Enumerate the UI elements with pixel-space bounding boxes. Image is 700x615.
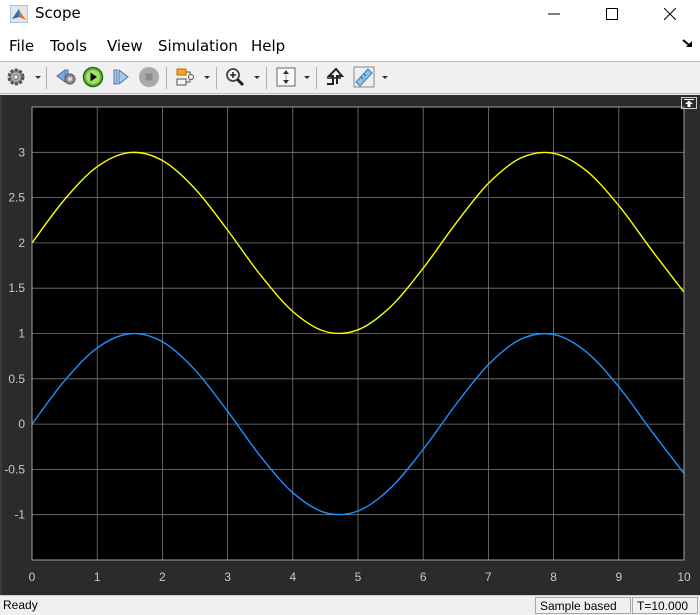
- menu-view[interactable]: View: [107, 37, 143, 55]
- menu-simulation[interactable]: Simulation: [158, 37, 238, 55]
- menu-tools[interactable]: Tools: [50, 37, 87, 55]
- stop-button[interactable]: [137, 65, 161, 89]
- cursor-measurements-button[interactable]: [352, 65, 376, 89]
- y-tick-label: 2: [18, 236, 25, 250]
- y-tick-label: 2.5: [8, 191, 25, 205]
- x-tick-label: 7: [485, 570, 492, 584]
- toolbar: [0, 61, 700, 94]
- x-tick-label: 9: [615, 570, 622, 584]
- y-tick-label: 0.5: [8, 372, 25, 386]
- window-title: Scope: [35, 4, 81, 22]
- scale-y-limits-button[interactable]: [274, 65, 298, 89]
- toolbar-separator: [266, 67, 267, 89]
- toolbar-separator: [166, 67, 167, 89]
- minimize-icon: [548, 13, 560, 15]
- highlight-simulink-block-button[interactable]: [173, 65, 197, 89]
- scale-axes-icon: [276, 67, 296, 87]
- zoom-in-icon: [226, 68, 245, 87]
- zoom-dropdown-arrow[interactable]: [254, 76, 260, 79]
- close-button[interactable]: [647, 0, 693, 28]
- x-tick-label: 10: [677, 570, 691, 584]
- x-tick-label: 2: [159, 570, 166, 584]
- x-tick-label: 1: [94, 570, 101, 584]
- menu-file[interactable]: File: [9, 37, 34, 55]
- x-tick-labels: 0 1 2 3 4 5 6 7 8 9 10: [29, 570, 691, 584]
- menu-help[interactable]: Help: [251, 37, 285, 55]
- status-sample-mode: Sample based: [535, 597, 631, 614]
- menu-bar: File Tools View Simulation Help: [0, 30, 700, 61]
- x-tick-label: 4: [289, 570, 296, 584]
- configuration-dropdown-arrow[interactable]: [35, 76, 41, 79]
- y-tick-label: 1.5: [8, 281, 25, 295]
- y-tick-label: -0.5: [4, 462, 25, 476]
- x-tick-label: 8: [550, 570, 557, 584]
- title-bar: Scope: [0, 0, 700, 30]
- ruler-icon: [353, 66, 375, 88]
- x-tick-label: 3: [224, 570, 231, 584]
- block-diagram-icon: [176, 68, 194, 86]
- configuration-properties-button[interactable]: [4, 65, 28, 89]
- undock-arrow-icon[interactable]: [682, 38, 694, 50]
- restore-layout-button[interactable]: [681, 97, 697, 109]
- toolbar-separator: [316, 67, 317, 89]
- status-time: T=10.000: [632, 597, 698, 614]
- maximize-icon: [606, 8, 618, 20]
- scope-display: 0 1 2 3 4 5 6 7 8 9 10 -1 -0.5 0 0.5 1 1.5 2 2.5 3: [0, 95, 700, 595]
- step-forward-button[interactable]: [109, 65, 133, 89]
- gear-icon: [7, 68, 25, 86]
- status-bar: Ready Sample based T=10.000: [0, 595, 700, 614]
- toolbar-separator: [46, 67, 47, 89]
- scope-plot[interactable]: 0 1 2 3 4 5 6 7 8 9 10 -1 -0.5 0 0.5 1 1.5 2 2.5 3: [0, 95, 700, 595]
- y-tick-labels: -1 -0.5 0 0.5 1 1.5 2 2.5 3: [4, 145, 25, 521]
- triggers-button[interactable]: [322, 65, 346, 89]
- stop-icon: [139, 67, 159, 87]
- y-tick-label: 3: [18, 145, 25, 159]
- scale-dropdown-arrow[interactable]: [304, 76, 310, 79]
- status-ready: Ready: [3, 598, 38, 612]
- zoom-in-button[interactable]: [223, 65, 247, 89]
- toolbar-separator: [216, 67, 217, 89]
- x-tick-label: 5: [355, 570, 362, 584]
- run-button[interactable]: [81, 65, 105, 89]
- highlight-dropdown-arrow[interactable]: [204, 76, 210, 79]
- y-tick-label: 1: [18, 327, 25, 341]
- trigger-icon: [326, 67, 345, 85]
- restore-arrow-icon: [684, 99, 694, 107]
- minimize-button[interactable]: [531, 0, 577, 28]
- x-tick-label: 0: [29, 570, 36, 584]
- x-tick-label: 6: [420, 570, 427, 584]
- matlab-icon: [10, 5, 28, 23]
- step-back-button[interactable]: [54, 65, 78, 89]
- step-forward-icon: [113, 68, 129, 86]
- y-tick-label: -1: [14, 508, 25, 522]
- maximize-button[interactable]: [589, 0, 635, 28]
- close-icon: [664, 8, 676, 20]
- step-back-icon: [56, 69, 76, 85]
- y-tick-label: 0: [18, 417, 25, 431]
- play-icon: [82, 66, 104, 88]
- measurements-dropdown-arrow[interactable]: [382, 76, 388, 79]
